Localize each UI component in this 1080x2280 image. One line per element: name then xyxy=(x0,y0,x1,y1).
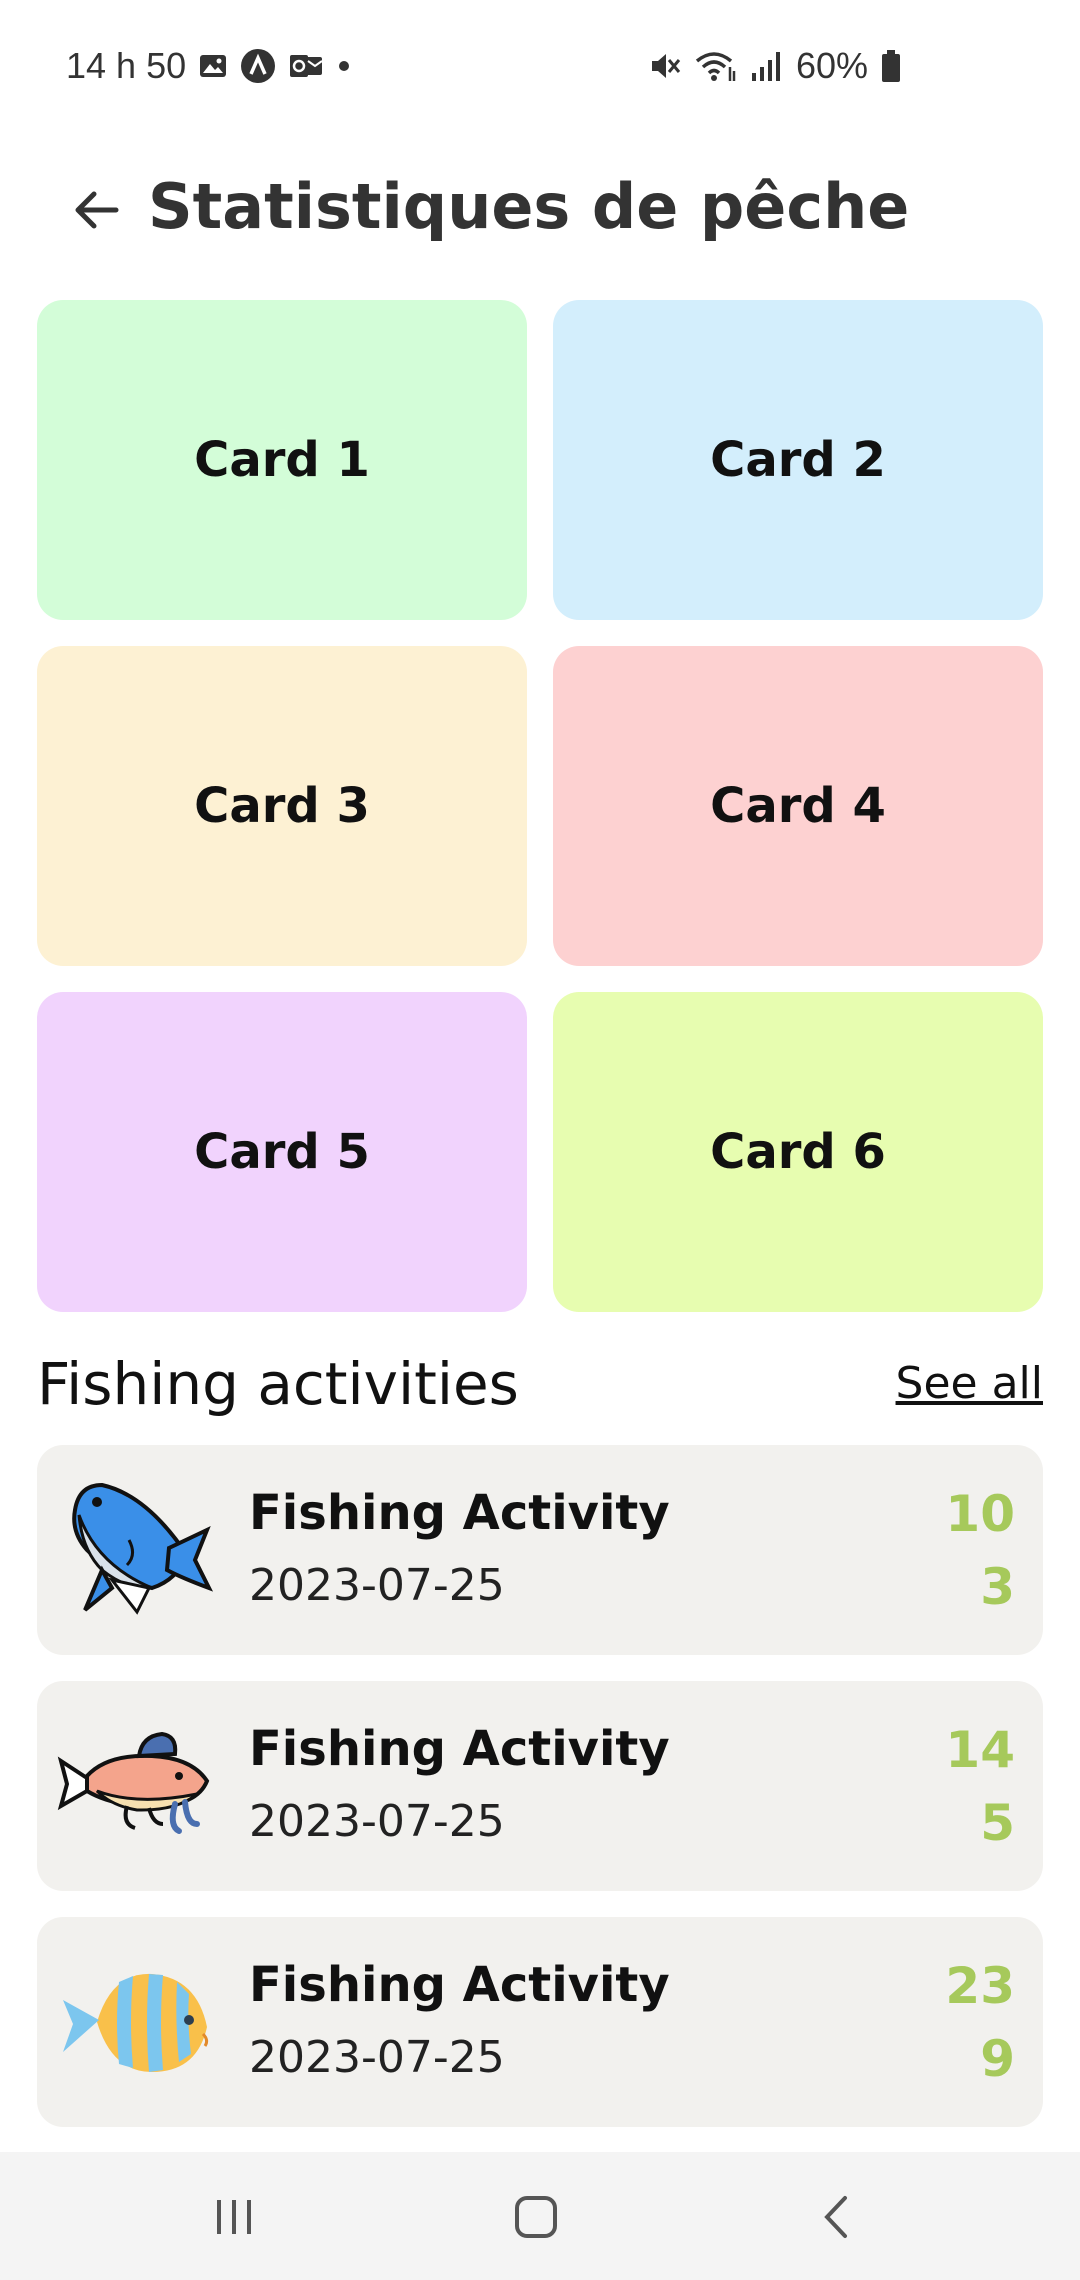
recent-apps-button[interactable] xyxy=(194,2182,274,2252)
activity-value-secondary: 9 xyxy=(980,2030,1015,2088)
activities-list: Fishing Activity 2023-07-25 10 3 Fishing… xyxy=(37,1445,1043,2153)
status-time: 14 h 50 xyxy=(66,45,187,86)
card-5[interactable]: Card 5 xyxy=(37,992,527,1312)
nav-back-button[interactable] xyxy=(798,2182,878,2252)
cards-grid: Card 1 Card 2 Card 3 Card 4 Card 5 Card … xyxy=(37,300,1043,1312)
signal-icon xyxy=(750,49,784,83)
see-all-link[interactable]: See all xyxy=(896,1358,1043,1409)
section-title: Fishing activities xyxy=(37,1350,519,1418)
card-label: Card 2 xyxy=(710,432,886,488)
activity-item[interactable]: Fishing Activity 2023-07-25 10 3 xyxy=(37,1445,1043,1655)
status-right: 60% xyxy=(648,45,902,87)
status-left: 14 h 50 xyxy=(66,45,352,87)
home-button[interactable] xyxy=(496,2182,576,2252)
activity-value-secondary: 3 xyxy=(980,1558,1015,1616)
activity-value-primary: 23 xyxy=(945,1957,1015,2015)
card-4[interactable]: Card 4 xyxy=(553,646,1043,966)
recent-apps-icon xyxy=(217,2200,251,2234)
back-arrow-button[interactable] xyxy=(64,178,128,242)
battery-percent: 60% xyxy=(795,45,868,86)
app-a-icon xyxy=(240,48,276,84)
card-label: Card 4 xyxy=(710,778,886,834)
activity-item[interactable]: Fishing Activity 2023-07-25 23 9 xyxy=(37,1917,1043,2127)
activity-date: 2023-07-25 xyxy=(249,1796,505,1847)
status-bar: 14 h 50 60% xyxy=(0,0,1080,130)
arrow-left-icon xyxy=(75,191,119,229)
activity-title: Fishing Activity xyxy=(249,1485,670,1541)
tropical-fish-icon xyxy=(57,1942,217,2102)
home-icon xyxy=(515,2196,557,2238)
activities-section-header: Fishing activities See all xyxy=(37,1350,1043,1430)
activity-title: Fishing Activity xyxy=(249,1957,670,2013)
activity-date: 2023-07-25 xyxy=(249,2032,505,2083)
card-2[interactable]: Card 2 xyxy=(553,300,1043,620)
outlook-icon xyxy=(288,51,324,81)
wifi-icon xyxy=(694,49,738,83)
card-6[interactable]: Card 6 xyxy=(553,992,1043,1312)
card-label: Card 5 xyxy=(194,1124,370,1180)
tuna-fish-icon xyxy=(57,1470,217,1630)
system-nav-bar xyxy=(0,2152,1080,2280)
activity-value-primary: 14 xyxy=(945,1721,1015,1779)
activity-value-primary: 10 xyxy=(945,1485,1015,1543)
card-label: Card 3 xyxy=(194,778,370,834)
card-1[interactable]: Card 1 xyxy=(37,300,527,620)
battery-icon xyxy=(880,49,902,83)
app-header: Statistiques de pêche xyxy=(0,160,1080,260)
image-icon xyxy=(198,51,228,81)
dot-icon xyxy=(336,58,352,74)
catfish-icon xyxy=(57,1706,217,1866)
card-label: Card 6 xyxy=(710,1124,886,1180)
activity-title: Fishing Activity xyxy=(249,1721,670,1777)
activity-date: 2023-07-25 xyxy=(249,1560,505,1611)
mute-icon xyxy=(648,49,682,83)
page-title: Statistiques de pêche xyxy=(148,170,910,243)
activity-item[interactable]: Fishing Activity 2023-07-25 14 5 xyxy=(37,1681,1043,1891)
activity-value-secondary: 5 xyxy=(980,1794,1015,1852)
card-label: Card 1 xyxy=(194,432,370,488)
back-icon xyxy=(824,2196,847,2238)
card-3[interactable]: Card 3 xyxy=(37,646,527,966)
